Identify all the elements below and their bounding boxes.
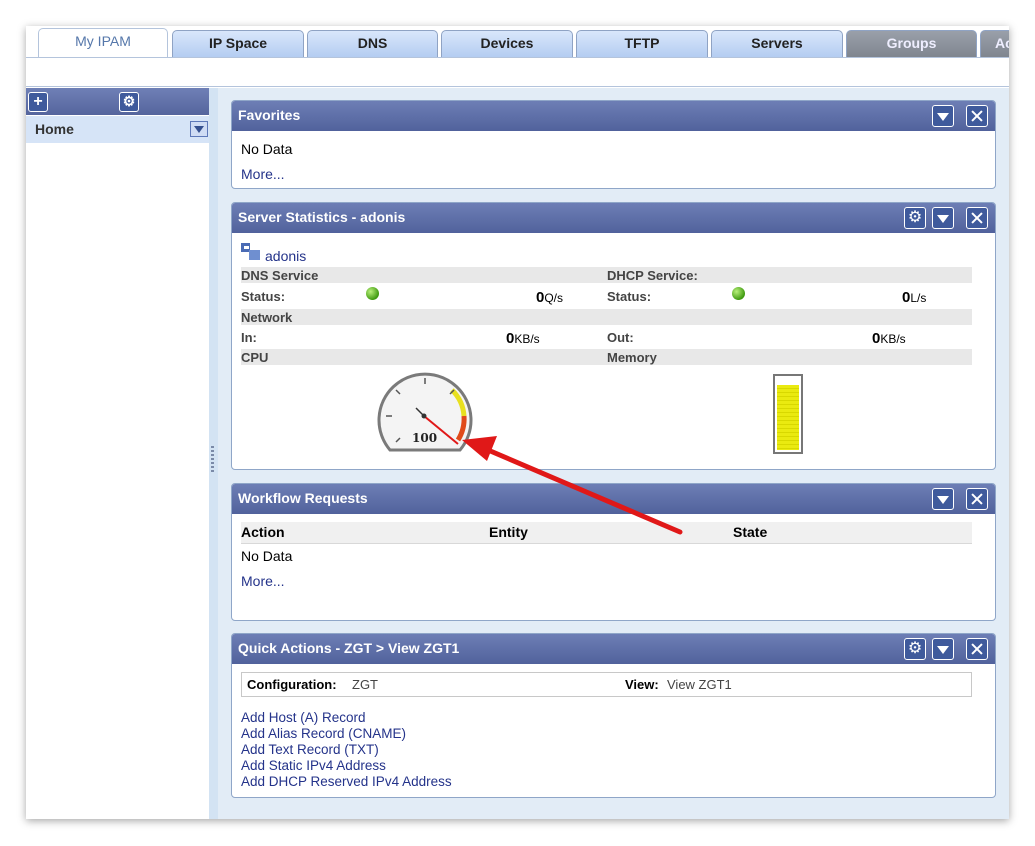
- close-button[interactable]: [966, 488, 988, 510]
- collapse-button[interactable]: [932, 638, 954, 660]
- server-name-link[interactable]: adonis: [265, 248, 306, 264]
- network-out-rate: 0KB/s: [872, 330, 906, 347]
- widget-title: Favorites: [238, 107, 301, 123]
- memory-bar-fill: [777, 385, 799, 450]
- dns-rate: 0Q/s: [536, 289, 564, 306]
- tab-ip-space[interactable]: IP Space: [172, 30, 304, 57]
- widget-header: Server Statistics - adonis ⚙: [232, 203, 995, 233]
- no-data-text: No Data: [241, 548, 293, 564]
- sidebar-settings-button[interactable]: ⚙: [119, 92, 139, 112]
- sidebar-splitter[interactable]: [209, 88, 218, 819]
- widget-title: Server Statistics - adonis: [238, 209, 406, 225]
- sidebar-item-label: Home: [35, 121, 74, 137]
- more-link[interactable]: More...: [241, 573, 285, 589]
- tab-groups[interactable]: Groups: [846, 30, 977, 57]
- network-out-label: Out:: [607, 330, 634, 345]
- add-alias-record-link[interactable]: Add Alias Record (CNAME): [241, 726, 452, 742]
- add-page-button[interactable]: +: [28, 92, 48, 112]
- dns-service-label: DNS Service: [241, 268, 319, 283]
- tab-my-ipam[interactable]: My IPAM: [38, 28, 168, 58]
- tab-underline: [26, 57, 1009, 87]
- tab-servers[interactable]: Servers: [711, 30, 843, 57]
- workflow-requests-widget: Workflow Requests Action Entity State No…: [231, 483, 996, 621]
- add-dhcp-reserved-ipv4-link[interactable]: Add DHCP Reserved IPv4 Address: [241, 774, 452, 790]
- network-header-row: [241, 309, 972, 325]
- widget-settings-button[interactable]: ⚙: [904, 207, 926, 229]
- dhcp-status-icon: [732, 287, 745, 300]
- no-data-text: No Data: [241, 141, 293, 157]
- favorites-widget: Favorites No Data More...: [231, 100, 996, 189]
- widget-title: Quick Actions - ZGT > View ZGT1: [238, 640, 460, 656]
- tab-devices[interactable]: Devices: [441, 30, 573, 57]
- context-box: Configuration: ZGT View: View ZGT1: [241, 672, 972, 697]
- configuration-label: Configuration:: [247, 677, 337, 692]
- sidebar-item-home[interactable]: Home: [26, 116, 209, 143]
- sidebar: + ⚙ Home: [26, 88, 209, 819]
- sidebar-toolbar: + ⚙: [26, 88, 209, 115]
- view-value: View ZGT1: [667, 677, 732, 692]
- dns-status-icon: [366, 287, 379, 300]
- quick-action-links: Add Host (A) Record Add Alias Record (CN…: [241, 710, 452, 790]
- gear-icon: ⚙: [907, 640, 923, 657]
- collapse-button[interactable]: [932, 488, 954, 510]
- dns-status-label: Status:: [241, 289, 286, 304]
- server-statistics-widget: Server Statistics - adonis ⚙ adonis DNS …: [231, 202, 996, 470]
- splitter-grip-icon[interactable]: [211, 446, 214, 474]
- collapse-button[interactable]: [932, 105, 954, 127]
- network-label: Network: [241, 310, 293, 325]
- tab-tftp[interactable]: TFTP: [576, 30, 708, 57]
- server-icon: [241, 243, 260, 260]
- dhcp-service-label: DHCP Service:: [607, 268, 698, 283]
- tab-admin[interactable]: Ac: [980, 30, 1009, 57]
- widget-header: Workflow Requests: [232, 484, 995, 514]
- plus-icon: +: [33, 93, 43, 110]
- widget-header: Quick Actions - ZGT > View ZGT1 ⚙: [232, 634, 995, 664]
- view-label: View:: [625, 677, 659, 692]
- close-button[interactable]: [966, 638, 988, 660]
- more-link[interactable]: More...: [241, 166, 285, 182]
- add-static-ipv4-link[interactable]: Add Static IPv4 Address: [241, 758, 452, 774]
- table-header: Action Entity State: [241, 522, 972, 544]
- gear-icon: ⚙: [907, 209, 923, 226]
- cpu-label: CPU: [241, 350, 269, 365]
- cpu-gauge-label: 100: [412, 431, 438, 445]
- column-header-action[interactable]: Action: [241, 524, 285, 540]
- network-in-label: In:: [241, 330, 257, 345]
- configuration-value: ZGT: [352, 677, 378, 692]
- widget-settings-button[interactable]: ⚙: [904, 638, 926, 660]
- network-in-rate: 0KB/s: [506, 330, 540, 347]
- gear-icon: ⚙: [122, 93, 136, 109]
- tab-bar: My IPAM IP Space DNS Devices TFTP Server…: [26, 26, 1009, 58]
- tab-dns[interactable]: DNS: [307, 30, 438, 57]
- dhcp-rate: 0L/s: [902, 289, 927, 306]
- dashboard-area: Favorites No Data More... Server Statist…: [218, 88, 1009, 819]
- widget-header: Favorites: [232, 101, 995, 131]
- memory-bar: [773, 374, 803, 454]
- memory-label: Memory: [607, 350, 657, 365]
- column-header-state[interactable]: State: [733, 524, 767, 540]
- column-header-entity[interactable]: Entity: [489, 524, 528, 540]
- collapse-button[interactable]: [932, 207, 954, 229]
- close-button[interactable]: [966, 105, 988, 127]
- dhcp-status-label: Status:: [607, 289, 652, 304]
- add-text-record-link[interactable]: Add Text Record (TXT): [241, 742, 452, 758]
- quick-actions-widget: Quick Actions - ZGT > View ZGT1 ⚙ Config…: [231, 633, 996, 798]
- home-dropdown-button[interactable]: [190, 121, 208, 137]
- app-window: My IPAM IP Space DNS Devices TFTP Server…: [26, 26, 1009, 819]
- add-host-record-link[interactable]: Add Host (A) Record: [241, 710, 452, 726]
- widget-title: Workflow Requests: [238, 490, 368, 506]
- close-button[interactable]: [966, 207, 988, 229]
